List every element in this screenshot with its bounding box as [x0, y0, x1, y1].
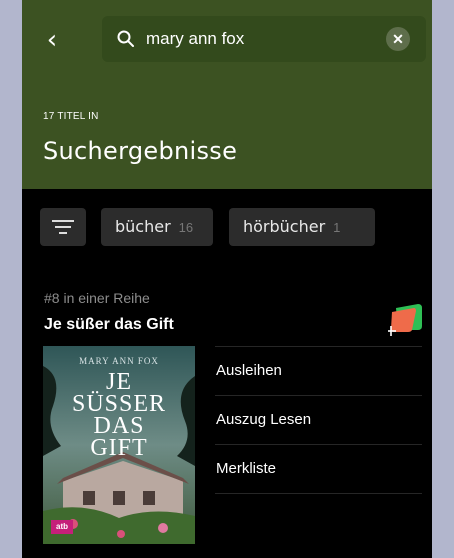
result-count: 17 TITEL IN [43, 111, 99, 122]
borrow-button[interactable]: Ausleihen [215, 346, 422, 396]
filter-button[interactable] [40, 208, 86, 246]
tab-audiobooks[interactable]: hörbücher 1 [229, 208, 375, 246]
tab-books[interactable]: bücher 16 [101, 208, 213, 246]
wishlist-button[interactable]: Merkliste [215, 445, 422, 494]
close-icon: ✕ [392, 31, 404, 47]
tab-audiobooks-label: hörbücher [243, 217, 326, 236]
book-title[interactable]: Je süßer das Gift [44, 316, 174, 334]
book-cover[interactable]: MARY ANN FOX JE SÜSSER DAS GIFT atb [43, 346, 195, 544]
chevron-left-icon: ‹ [46, 25, 58, 55]
cover-author: MARY ANN FOX [79, 356, 159, 366]
search-field[interactable]: mary ann fox ✕ [102, 16, 426, 62]
cover-title-line: GIFT [90, 435, 148, 461]
publisher-logo: atb [51, 520, 73, 534]
action-list: Ausleihen Auszug Lesen Merkliste [215, 346, 422, 494]
search-input[interactable]: mary ann fox [146, 29, 244, 49]
tab-audiobooks-count: 1 [333, 220, 341, 235]
clear-search-button[interactable]: ✕ [386, 27, 410, 51]
app-screen: ‹ mary ann fox ✕ 17 TITEL IN Suchergebni… [22, 0, 432, 558]
tab-books-count: 16 [178, 220, 194, 235]
filter-icon [52, 220, 74, 234]
read-sample-button[interactable]: Auszug Lesen [215, 396, 422, 445]
series-label[interactable]: #8 in einer Reihe [44, 290, 150, 306]
page-title: Suchergebnisse [43, 137, 238, 165]
search-icon [117, 30, 134, 47]
tab-books-label: bücher [115, 217, 171, 236]
back-button[interactable]: ‹ [38, 26, 66, 54]
add-to-tag-icon[interactable] [388, 302, 426, 336]
header-bar: ‹ mary ann fox ✕ 17 TITEL IN Suchergebni… [22, 0, 432, 189]
